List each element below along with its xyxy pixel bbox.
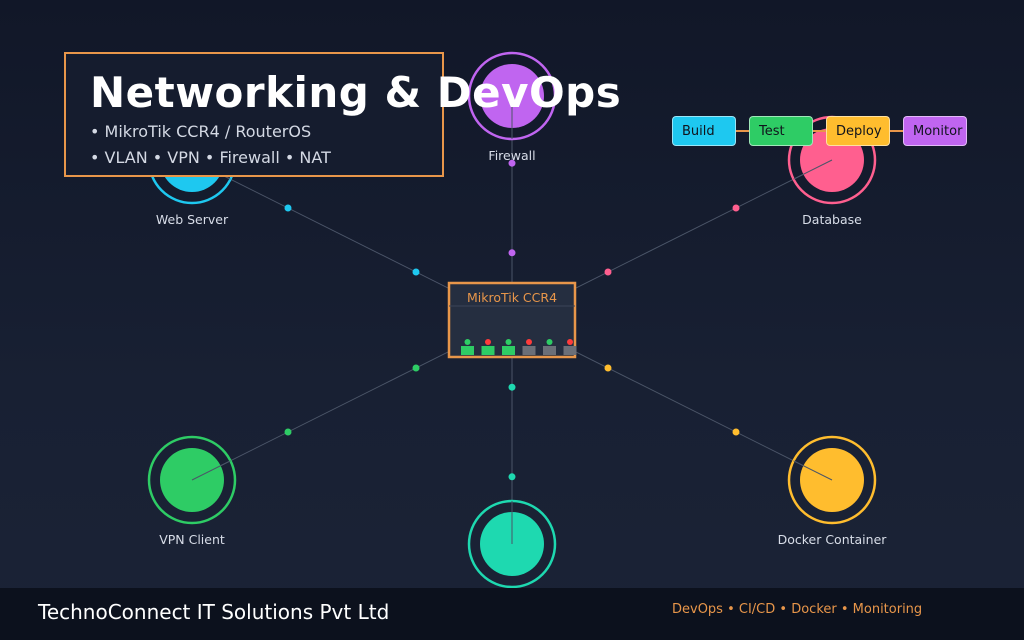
router-port-led-4 <box>526 339 532 345</box>
router-port-led-5 <box>546 339 553 345</box>
footer-company-name: TechnoConnect IT Solutions Pvt Ltd <box>38 600 390 624</box>
pipeline-step-deploy: Deploy <box>826 116 890 146</box>
vpn-client-label: VPN Client <box>159 532 225 547</box>
vpn-client-packet-2 <box>284 428 292 436</box>
router-port-1 <box>461 346 474 355</box>
router-port-led-6 <box>567 339 573 345</box>
router-port-3 <box>502 346 515 355</box>
router-port-2 <box>481 346 495 355</box>
firewall-packet-1 <box>508 249 516 257</box>
pipeline-step-test: Test <box>749 116 813 146</box>
title-subtitle-1: • MikroTik CCR4 / RouterOS <box>90 122 312 141</box>
docker-container-packet-1 <box>604 364 612 372</box>
web-server-packet-1 <box>412 268 420 276</box>
pipeline-step-monitor: Monitor <box>903 116 967 146</box>
database-label: Database <box>802 212 862 227</box>
pipeline-step-build: Build <box>672 116 736 146</box>
router-port-4 <box>522 346 536 355</box>
title-subtitle-2: • VLAN • VPN • Firewall • NAT <box>90 148 331 167</box>
vpn-client-packet-1 <box>412 364 420 372</box>
monitoring-node-packet-2 <box>508 473 516 481</box>
web-server-packet-2 <box>284 204 292 212</box>
footer-tags: DevOps • CI/CD • Docker • Monitoring <box>672 602 923 617</box>
monitoring-node-packet-1 <box>508 383 516 391</box>
router-port-led-3 <box>505 339 512 345</box>
router-port-6 <box>563 346 577 355</box>
database-packet-2 <box>732 204 740 212</box>
docker-container-label: Docker Container <box>777 532 887 547</box>
database-packet-1 <box>604 268 612 276</box>
web-server-label: Web Server <box>155 212 229 227</box>
page-title: Networking & DevOps <box>90 68 622 117</box>
firewall-label: Firewall <box>488 148 536 163</box>
router-port-led-1 <box>464 339 471 345</box>
docker-container-packet-2 <box>732 428 740 436</box>
router-port-5 <box>543 346 556 355</box>
router-port-led-2 <box>485 339 491 345</box>
router-label: MikroTik CCR4 <box>466 290 558 305</box>
